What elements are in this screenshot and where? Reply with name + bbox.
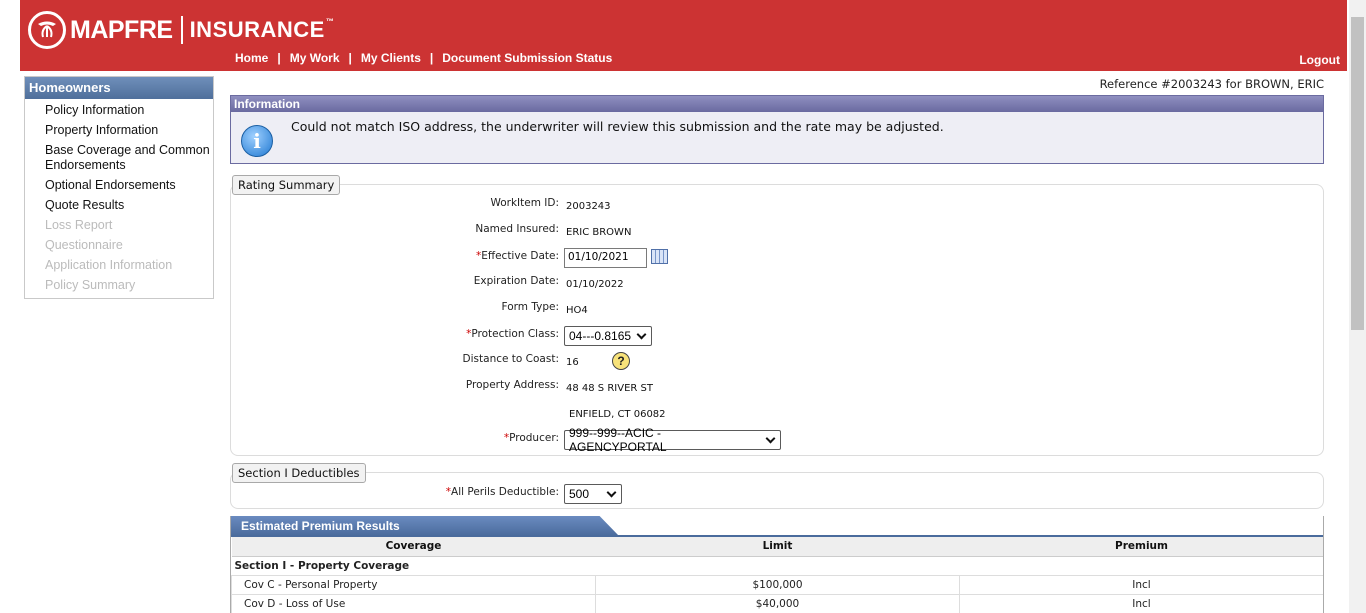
- sidebar-menu: Policy Information Property Information …: [25, 99, 213, 293]
- sidebar-item-policy-information[interactable]: Policy Information: [45, 103, 213, 118]
- nav-separator: |: [348, 51, 352, 65]
- reference-text: Reference #2003243 for BROWN, ERIC: [1099, 77, 1324, 91]
- chevron-down-icon: [765, 433, 776, 444]
- nav-separator: |: [277, 51, 281, 65]
- producer-label: *Producer:: [503, 432, 559, 444]
- nav-home[interactable]: Home: [235, 51, 268, 65]
- brand-separator: [180, 16, 183, 44]
- chevron-down-icon: [636, 329, 647, 340]
- calendar-icon[interactable]: [651, 249, 668, 264]
- scrollbar-thumb[interactable]: [1351, 17, 1364, 330]
- coverage-cell: Cov D - Loss of Use: [231, 593, 596, 613]
- brand-product: INSURANCE™: [189, 17, 335, 42]
- table-header-row: Coverage Limit Premium: [231, 537, 1323, 557]
- table-section-row: Section I - Property Coverage: [231, 555, 1323, 576]
- protection-class-label: *Protection Class:: [466, 328, 559, 340]
- rating-summary-legend[interactable]: Rating Summary: [232, 175, 341, 195]
- expiration-date-label: Expiration Date:: [473, 275, 559, 287]
- coverage-cell: Cov C - Personal Property: [231, 574, 596, 595]
- info-circle-icon: i: [241, 125, 273, 157]
- property-address-line2: ENFIELD, CT 06082: [569, 409, 666, 420]
- column-premium: Premium: [959, 537, 1323, 557]
- table-row: Cov D - Loss of Use $40,000 Incl: [231, 593, 1323, 613]
- premium-results-section: Estimated Premium Results Coverage Limit…: [230, 516, 1324, 613]
- effective-date-label: *Effective Date:: [475, 250, 559, 262]
- sidebar-item-application-information: Application Information: [45, 258, 173, 272]
- workitem-value: 2003243: [566, 201, 611, 212]
- table-row: Cov C - Personal Property $100,000 Incl: [231, 574, 1323, 595]
- premium-cell: Incl: [959, 574, 1323, 595]
- sidebar-item-loss-report: Loss Report: [45, 218, 113, 232]
- nav-my-work[interactable]: My Work: [290, 51, 340, 65]
- limit-cell: $100,000: [595, 574, 960, 595]
- sidebar-item-questionnaire: Questionnaire: [45, 238, 123, 252]
- mapfre-logo-icon: [28, 11, 66, 49]
- sidebar-item-quote-results[interactable]: Quote Results: [45, 198, 213, 213]
- column-coverage: Coverage: [231, 537, 596, 557]
- producer-select[interactable]: 999--999--ACIC - AGENCYPORTAL: [564, 426, 781, 454]
- all-perils-deductible-select[interactable]: 500: [564, 484, 622, 504]
- page-scrollbar[interactable]: [1349, 0, 1366, 613]
- distance-to-coast-label: Distance to Coast:: [462, 353, 559, 365]
- rating-summary-panel: [230, 184, 1324, 456]
- header-bar: MAPFRE INSURANCE™ Home | My Work | My Cl…: [20, 0, 1347, 71]
- nav-document-submission-status[interactable]: Document Submission Status: [442, 51, 612, 65]
- form-type-value: HO4: [566, 305, 588, 316]
- workitem-label: WorkItem ID:: [490, 197, 559, 209]
- column-limit: Limit: [595, 537, 960, 557]
- named-insured-label: Named Insured:: [475, 223, 559, 235]
- deductibles-legend[interactable]: Section I Deductibles: [232, 463, 366, 483]
- protection-class-select[interactable]: 04---0.8165: [564, 326, 652, 346]
- all-perils-deductible-label: *All Perils Deductible:: [445, 486, 559, 498]
- expiration-date-value: 01/10/2022: [566, 279, 624, 290]
- nav-separator: |: [429, 51, 434, 65]
- section-title: Section I - Property Coverage: [231, 555, 1323, 576]
- effective-date-input[interactable]: 01/10/2021: [564, 248, 647, 268]
- premium-cell: Incl: [959, 593, 1323, 613]
- property-address-label: Property Address:: [465, 379, 559, 391]
- form-type-label: Form Type:: [501, 301, 559, 313]
- named-insured-value: ERIC BROWN: [566, 227, 632, 238]
- sidebar-item-base-coverage[interactable]: Base Coverage and Common Endorsements: [45, 143, 213, 173]
- question-mark-icon[interactable]: ?: [612, 352, 630, 370]
- information-title: Information: [231, 96, 1323, 112]
- sidebar-item-optional-endorsements[interactable]: Optional Endorsements: [45, 178, 213, 193]
- page: MAPFRE INSURANCE™ Home | My Work | My Cl…: [0, 0, 1366, 613]
- deductibles-panel: [230, 472, 1324, 509]
- brand-name: MAPFRE: [70, 15, 173, 44]
- sidebar-item-policy-summary: Policy Summary: [45, 278, 136, 292]
- limit-cell: $40,000: [595, 593, 960, 613]
- sidebar-item-property-information[interactable]: Property Information: [45, 123, 213, 138]
- premium-table: Coverage Limit Premium Section I - Prope…: [231, 537, 1323, 613]
- premium-results-title: Estimated Premium Results: [231, 516, 619, 536]
- property-address-line1: 48 48 S RIVER ST: [566, 383, 653, 394]
- chevron-down-icon: [606, 487, 617, 498]
- nav-my-clients[interactable]: My Clients: [361, 51, 421, 65]
- sidebar: Homeowners Policy Information Property I…: [24, 76, 214, 299]
- logout-link[interactable]: Logout: [1299, 53, 1340, 67]
- brand-logo[interactable]: MAPFRE INSURANCE™: [28, 11, 334, 49]
- information-message: Could not match ISO address, the underwr…: [291, 119, 944, 134]
- information-box: Information i Could not match ISO addres…: [230, 95, 1324, 164]
- main-nav: Home | My Work | My Clients | Document S…: [235, 51, 612, 65]
- distance-to-coast-value: 16: [566, 357, 579, 368]
- sidebar-title: Homeowners: [25, 77, 213, 99]
